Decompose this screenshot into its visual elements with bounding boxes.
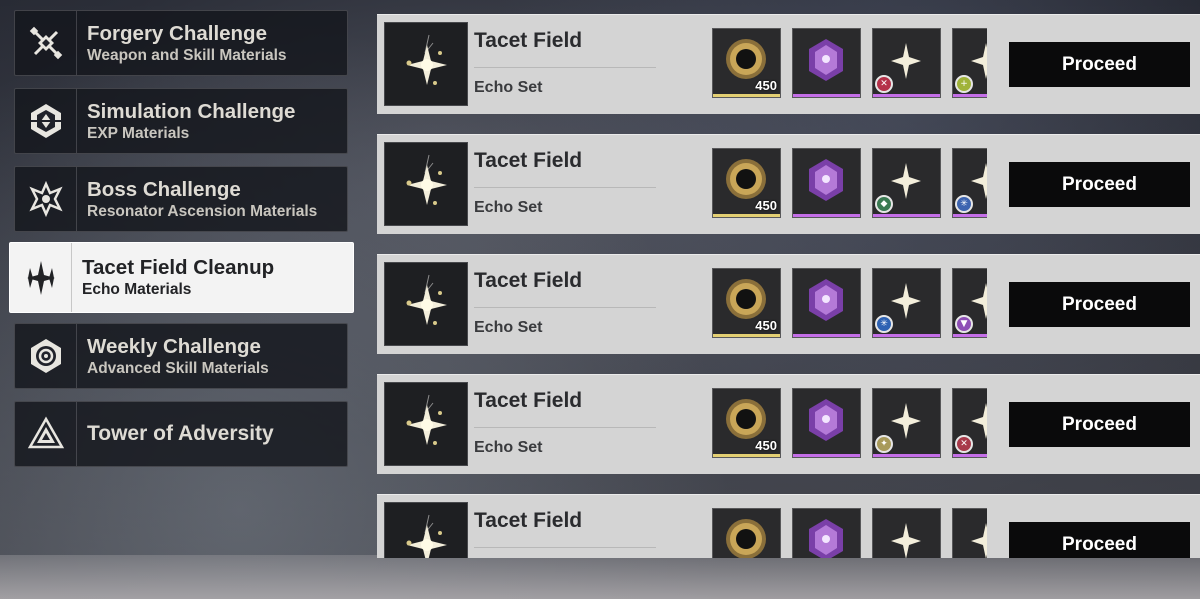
reward-list: 450 ◆ ✳ [712,148,987,218]
sidebar-item-forgery-challenge[interactable]: Forgery Challenge Weapon and Skill Mater… [14,10,348,76]
row-title: Tacet Field [474,149,583,172]
row-title: Tacet Field [474,389,583,412]
tacet-field-thumbnail [384,382,468,466]
reward-item-echo-set[interactable]: ✕ [952,388,987,458]
reward-item-echo-set[interactable] [952,508,987,558]
reward-list: 450 ✦ ✕ [712,388,987,458]
sidebar-item-title: Simulation Challenge [87,99,296,123]
reward-item-echo-set[interactable]: + [952,28,987,98]
reward-quantity: 450 [755,198,777,213]
reward-list: 450 ✕ + [712,28,987,98]
sidebar-item-title: Tacet Field Cleanup [82,256,275,279]
tacet-field-thumbnail [384,22,468,106]
reward-item-tuner[interactable] [792,28,861,98]
aero-element-icon: ✕ [875,75,893,93]
purple-crystal-icon [809,519,843,558]
weekly-icon [15,324,77,388]
reward-item-tuner[interactable] [792,388,861,458]
forgery-icon [15,11,77,75]
sidebar-item-subtitle: Weapon and Skill Materials [87,46,287,64]
row-divider [474,307,656,308]
row-subtitle: Echo Set [474,199,543,216]
reward-item-echo-set[interactable]: ◆ [872,148,941,218]
spectro-element-icon: + [955,75,973,93]
purple-crystal-icon [809,39,843,81]
sidebar-item-title: Boss Challenge [87,177,241,201]
reward-item-echo-set[interactable]: ✳ [872,268,941,338]
glacio-element-icon: ✳ [955,195,973,213]
purple-crystal-icon [809,279,843,321]
sidebar-item-subtitle: Resonator Ascension Materials [87,202,318,220]
sidebar-item-tacet-field-cleanup[interactable]: Tacet Field Cleanup Echo Materials [9,242,354,313]
sidebar-item-title: Weekly Challenge [87,334,261,358]
reward-item-shell-credit[interactable]: 450 [712,28,781,98]
tacet-field-thumbnail [384,262,468,346]
tacet-field-row: Tacet Field Echo Set 450 ✕ + Proceed [377,14,1200,114]
tacet-field-row: Tacet Field Echo Set 450 ◆ ✳ Proceed [377,134,1200,234]
purple-crystal-icon [809,159,843,201]
spectro-element-icon: ✦ [875,435,893,453]
reward-item-shell-credit[interactable]: 450 [712,148,781,218]
row-title: Tacet Field [474,269,583,292]
row-divider [474,187,656,188]
tacet-field-row: Tacet Field Echo Set 450 ✳ ▼ Proceed [377,254,1200,354]
reward-quantity: 450 [755,78,777,93]
reward-item-echo-set[interactable]: ▼ [952,268,987,338]
reward-item-shell-credit[interactable]: 450 [712,388,781,458]
tacet-field-row: Tacet Field Echo Set 450 ✦ ✕ Proceed [377,374,1200,474]
reward-item-shell-credit[interactable] [712,508,781,558]
reward-item-echo-set[interactable]: ✦ [872,388,941,458]
proceed-button[interactable]: Proceed [1009,282,1190,327]
reward-item-tuner[interactable] [792,268,861,338]
row-divider [474,547,656,548]
row-divider [474,427,656,428]
sidebar-item-simulation-challenge[interactable]: Simulation Challenge EXP Materials [14,88,348,154]
reward-quantity: 450 [755,318,777,333]
sidebar-item-tower-of-adversity[interactable]: Tower of Adversity [14,401,348,467]
shield-element-icon: ▼ [955,315,973,333]
tacet-field-row: Tacet Field Proceed [377,494,1200,558]
fusion-element-icon: ✕ [955,435,973,453]
challenge-category-sidebar: Forgery Challenge Weapon and Skill Mater… [0,0,360,599]
proceed-button[interactable]: Proceed [1009,162,1190,207]
reward-list [712,508,987,558]
echo-sparkle-icon [891,523,921,558]
reward-quantity: 450 [755,438,777,453]
tacet-field-thumbnail [384,502,468,558]
sidebar-item-subtitle: Advanced Skill Materials [87,359,269,377]
tower-icon [15,402,77,466]
reward-item-echo-set[interactable]: ✳ [952,148,987,218]
row-subtitle: Echo Set [474,79,543,96]
sidebar-item-title: Tower of Adversity [87,422,274,445]
boss-icon [15,167,77,231]
row-title: Tacet Field [474,509,583,532]
reward-list: 450 ✳ ▼ [712,268,987,338]
reward-item-tuner[interactable] [792,148,861,218]
row-subtitle: Echo Set [474,319,543,336]
reward-item-tuner[interactable] [792,508,861,558]
shell-credit-icon [726,519,766,558]
tacet-field-icon [10,243,72,312]
reward-item-echo-set[interactable]: ✕ [872,28,941,98]
proceed-button[interactable]: Proceed [1009,522,1190,558]
proceed-button[interactable]: Proceed [1009,402,1190,447]
sidebar-item-subtitle: Echo Materials [82,281,192,298]
simulation-icon [15,89,77,153]
row-subtitle: Echo Set [474,439,543,456]
glacio-element-icon: ✳ [875,315,893,333]
sidebar-item-boss-challenge[interactable]: Boss Challenge Resonator Ascension Mater… [14,166,348,232]
sidebar-item-weekly-challenge[interactable]: Weekly Challenge Advanced Skill Material… [14,323,348,389]
sidebar-item-subtitle: EXP Materials [87,124,190,142]
reward-item-shell-credit[interactable]: 450 [712,268,781,338]
proceed-button[interactable]: Proceed [1009,42,1190,87]
havoc-element-icon: ◆ [875,195,893,213]
row-title: Tacet Field [474,29,583,52]
echo-sparkle-icon [971,523,987,558]
row-divider [474,67,656,68]
sidebar-item-title: Forgery Challenge [87,21,267,45]
reward-item-echo-set[interactable] [872,508,941,558]
purple-crystal-icon [809,399,843,441]
tacet-field-thumbnail [384,142,468,226]
